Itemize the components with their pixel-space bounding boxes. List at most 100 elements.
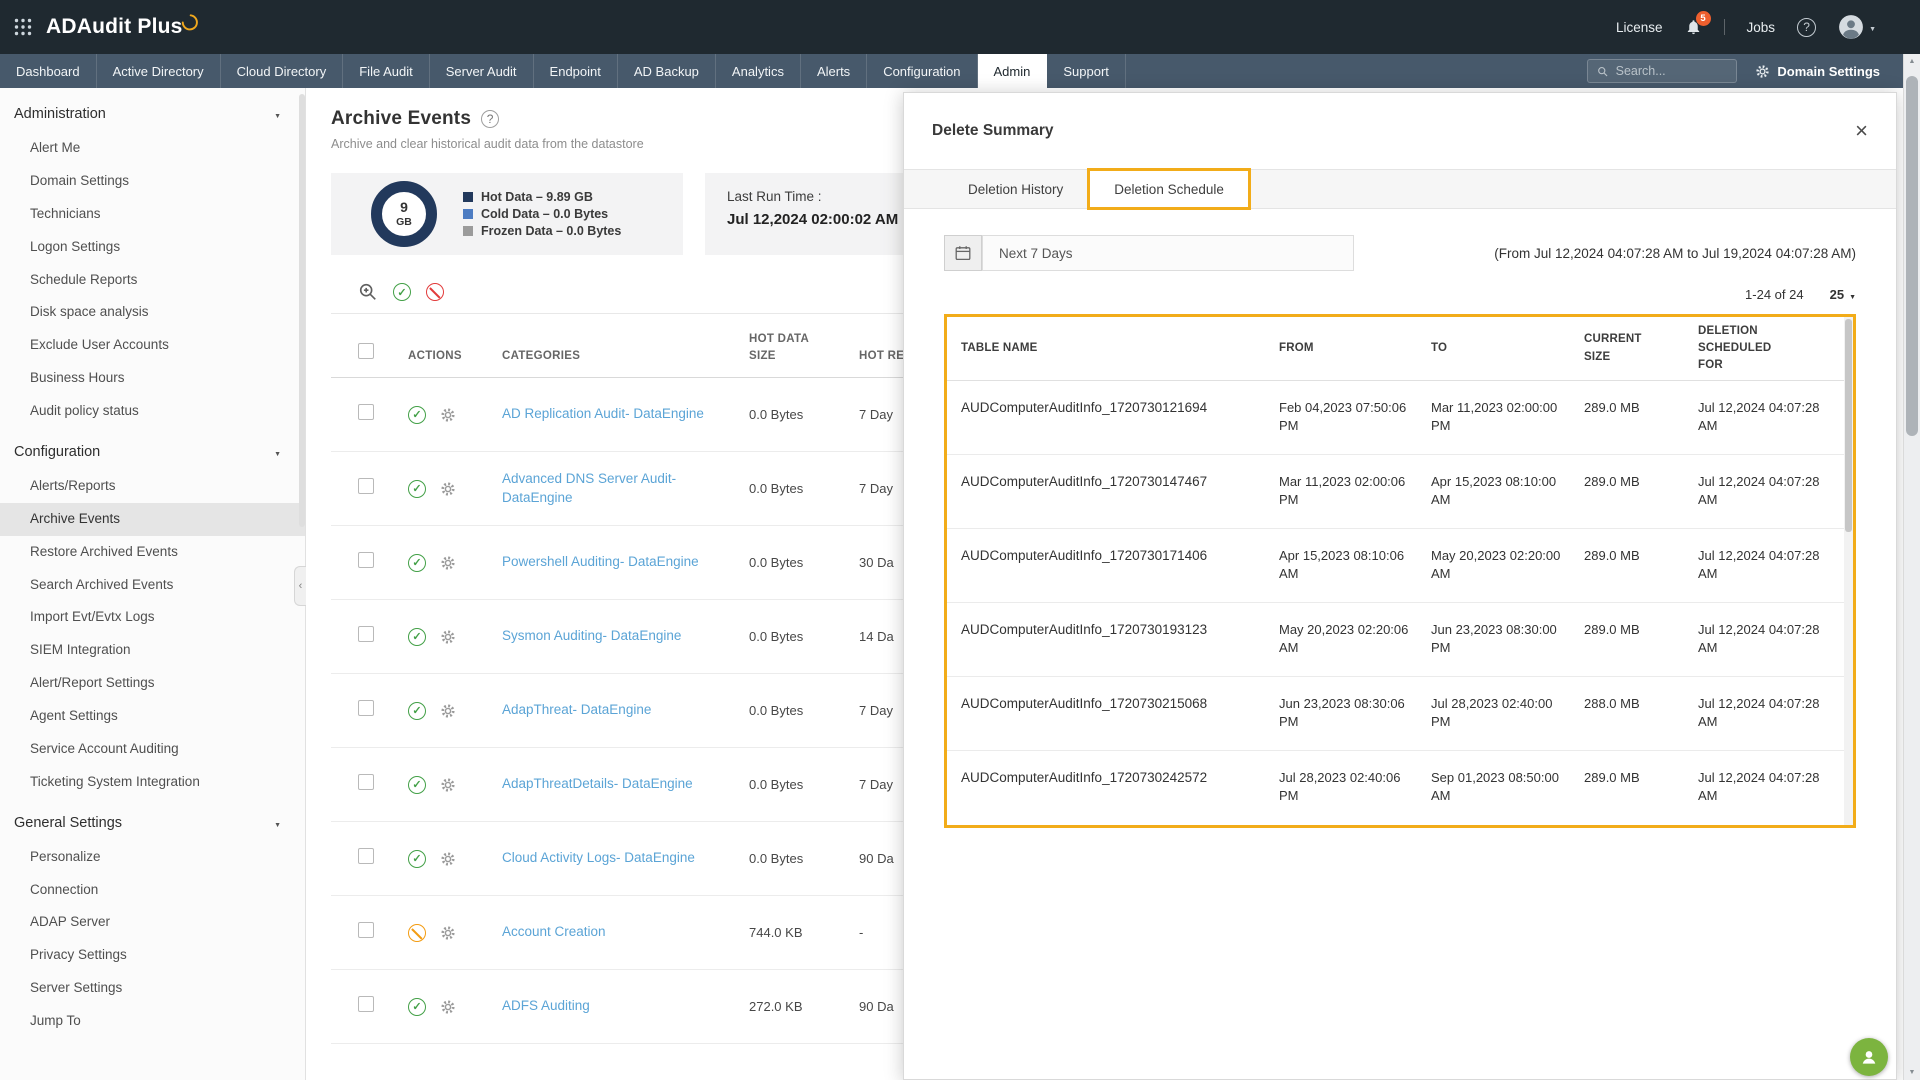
enable-archive-icon[interactable]: [393, 283, 411, 301]
settings-gear-icon[interactable]: [440, 777, 456, 793]
sidebar-item[interactable]: Ticketing System Integration: [0, 766, 305, 799]
sidebar-item[interactable]: Audit policy status: [0, 395, 305, 428]
sidebar-item[interactable]: Logon Settings: [0, 231, 305, 264]
row-checkbox[interactable]: [358, 774, 374, 790]
table-scrollbar[interactable]: [1844, 317, 1853, 825]
close-icon[interactable]: [1855, 120, 1868, 142]
settings-gear-icon[interactable]: [440, 629, 456, 645]
sidebar-item[interactable]: Technicians: [0, 198, 305, 231]
row-checkbox[interactable]: [358, 996, 374, 1012]
archive-enabled-icon[interactable]: [408, 406, 426, 424]
archive-enabled-icon[interactable]: [408, 480, 426, 498]
category-link[interactable]: Account Creation: [502, 923, 624, 942]
sidebar-section-general-settings[interactable]: General Settings: [0, 803, 305, 841]
archive-enabled-icon[interactable]: [408, 702, 426, 720]
nav-tab[interactable]: Support: [1047, 54, 1126, 88]
row-checkbox[interactable]: [358, 848, 374, 864]
row-checkbox[interactable]: [358, 478, 374, 494]
category-link[interactable]: AdapThreatDetails- DataEngine: [502, 775, 711, 794]
archive-enabled-icon[interactable]: [408, 628, 426, 646]
sidebar-item[interactable]: ADAP Server: [0, 906, 305, 939]
archive-enabled-icon[interactable]: [408, 776, 426, 794]
modal-tab[interactable]: Deletion History: [944, 170, 1087, 208]
scroll-down-arrow[interactable]: [1904, 1069, 1920, 1076]
sidebar-item[interactable]: Jump To: [0, 1005, 305, 1038]
sidebar-item[interactable]: Domain Settings: [0, 165, 305, 198]
nav-tab[interactable]: Server Audit: [430, 54, 534, 88]
nav-tab[interactable]: Endpoint: [534, 54, 618, 88]
calendar-button[interactable]: [944, 235, 982, 271]
nav-tab[interactable]: Configuration: [867, 54, 977, 88]
row-checkbox[interactable]: [358, 552, 374, 568]
sidebar-item[interactable]: Schedule Reports: [0, 264, 305, 297]
sidebar-item[interactable]: Connection: [0, 874, 305, 907]
page-help-icon[interactable]: [481, 110, 499, 128]
sidebar-item[interactable]: Archive Events: [0, 503, 305, 536]
select-all-checkbox[interactable]: [358, 343, 374, 359]
help-icon[interactable]: [1797, 18, 1816, 37]
notifications-bell-icon[interactable]: 5: [1685, 18, 1702, 36]
apps-grid-icon[interactable]: [14, 18, 32, 36]
archive-enabled-icon[interactable]: [408, 554, 426, 572]
sidebar-section-administration[interactable]: Administration: [0, 94, 305, 132]
domain-settings-button[interactable]: Domain Settings: [1755, 64, 1880, 79]
sidebar-item[interactable]: Alert/Report Settings: [0, 667, 305, 700]
sidebar-item[interactable]: SIEM Integration: [0, 634, 305, 667]
sidebar-item[interactable]: Agent Settings: [0, 700, 305, 733]
category-link[interactable]: Sysmon Auditing- DataEngine: [502, 627, 699, 646]
sidebar-item[interactable]: Service Account Auditing: [0, 733, 305, 766]
sidebar-item[interactable]: Server Settings: [0, 972, 305, 1005]
settings-gear-icon[interactable]: [440, 703, 456, 719]
product-logo[interactable]: ADAudit Plus: [46, 15, 199, 39]
sidebar-item[interactable]: Alerts/Reports: [0, 470, 305, 503]
user-menu[interactable]: [1838, 14, 1876, 40]
settings-gear-icon[interactable]: [440, 999, 456, 1015]
nav-tab[interactable]: Cloud Directory: [221, 54, 344, 88]
search-box[interactable]: [1587, 59, 1737, 83]
nav-tab[interactable]: AD Backup: [618, 54, 716, 88]
disable-archive-icon[interactable]: [426, 283, 444, 301]
search-icon[interactable]: [358, 282, 378, 302]
support-chat-button[interactable]: [1850, 1038, 1888, 1076]
date-range-select[interactable]: Next 7 Days: [982, 235, 1354, 271]
sidebar-item[interactable]: Import Evt/Evtx Logs: [0, 601, 305, 634]
sidebar-item[interactable]: Privacy Settings: [0, 939, 305, 972]
sidebar-item[interactable]: Business Hours: [0, 362, 305, 395]
sidebar-item[interactable]: Personalize: [0, 841, 305, 874]
settings-gear-icon[interactable]: [440, 555, 456, 571]
category-link[interactable]: Advanced DNS Server Audit- DataEngine: [502, 470, 749, 508]
settings-gear-icon[interactable]: [440, 851, 456, 867]
settings-gear-icon[interactable]: [440, 481, 456, 497]
archive-enabled-icon[interactable]: [408, 998, 426, 1016]
row-checkbox[interactable]: [358, 404, 374, 420]
page-scrollbar[interactable]: [1903, 54, 1920, 1080]
scrollbar-thumb[interactable]: [299, 94, 305, 527]
sidebar-item[interactable]: Search Archived Events: [0, 569, 305, 602]
nav-tab[interactable]: Alerts: [801, 54, 867, 88]
archive-enabled-icon[interactable]: [408, 850, 426, 868]
category-link[interactable]: Cloud Activity Logs- DataEngine: [502, 849, 713, 868]
row-checkbox[interactable]: [358, 922, 374, 938]
row-checkbox[interactable]: [358, 700, 374, 716]
sidebar-item[interactable]: Disk space analysis: [0, 296, 305, 329]
scrollbar-thumb[interactable]: [1906, 76, 1918, 436]
nav-tab[interactable]: Dashboard: [0, 54, 97, 88]
sidebar-item[interactable]: Alert Me: [0, 132, 305, 165]
nav-tab[interactable]: File Audit: [343, 54, 429, 88]
page-size-dropdown[interactable]: 25: [1830, 287, 1856, 302]
category-link[interactable]: ADFS Auditing: [502, 997, 608, 1016]
category-link[interactable]: Powershell Auditing- DataEngine: [502, 553, 717, 572]
nav-tab[interactable]: Analytics: [716, 54, 801, 88]
row-checkbox[interactable]: [358, 626, 374, 642]
sidebar-item[interactable]: Restore Archived Events: [0, 536, 305, 569]
search-input[interactable]: [1616, 64, 1728, 78]
scroll-up-arrow[interactable]: [1904, 58, 1920, 65]
archive-disabled-icon[interactable]: [408, 924, 426, 942]
category-link[interactable]: AdapThreat- DataEngine: [502, 701, 669, 720]
nav-tab[interactable]: Active Directory: [97, 54, 221, 88]
sidebar-scrollbar[interactable]: [299, 92, 305, 1076]
jobs-link[interactable]: Jobs: [1747, 20, 1776, 35]
sidebar-item[interactable]: Exclude User Accounts: [0, 329, 305, 362]
settings-gear-icon[interactable]: [440, 407, 456, 423]
scrollbar-thumb[interactable]: [1845, 319, 1852, 532]
